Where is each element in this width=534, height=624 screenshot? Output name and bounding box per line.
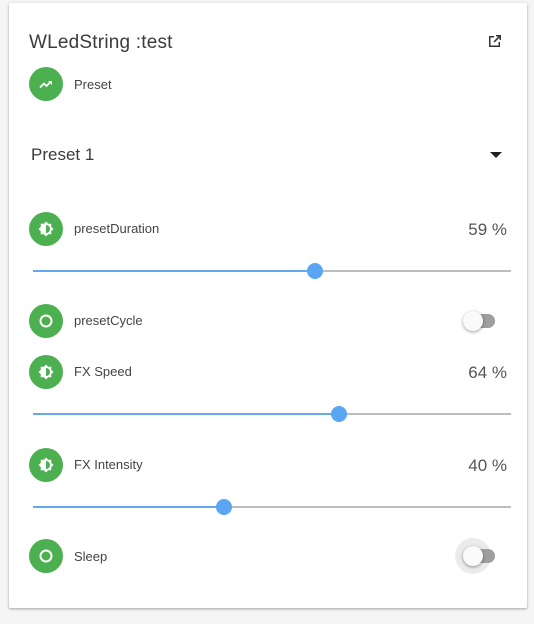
- brightness-icon: [29, 212, 63, 246]
- preset-label: Preset: [74, 77, 112, 92]
- preset-select-value: Preset 1: [31, 145, 95, 164]
- slider-thumb[interactable]: [216, 499, 233, 515]
- card-title: WLedString :test: [29, 32, 173, 53]
- sleep-toggle[interactable]: [455, 538, 499, 574]
- preset-select[interactable]: Preset 1: [29, 135, 507, 175]
- fx-speed-value: 64 %: [468, 363, 507, 382]
- slider-fill: [33, 506, 225, 508]
- open-in-new-icon[interactable]: [487, 33, 503, 49]
- brightness-icon: [29, 448, 63, 482]
- preset-duration-value: 59 %: [468, 220, 507, 239]
- fx-speed-label: FX Speed: [74, 364, 132, 379]
- slider-thumb[interactable]: [330, 406, 347, 422]
- slider-thumb[interactable]: [307, 263, 324, 279]
- fx-speed-slider[interactable]: [33, 406, 511, 422]
- circle-outline-icon: [29, 539, 63, 573]
- preset-duration-slider[interactable]: [33, 263, 511, 279]
- fx-intensity-slider[interactable]: [33, 499, 511, 515]
- slider-fill: [33, 413, 339, 415]
- fx-intensity-value: 40 %: [468, 456, 507, 475]
- slider-fill: [33, 270, 316, 272]
- preset-duration-label: presetDuration: [74, 221, 160, 236]
- preset-cycle-toggle[interactable]: [463, 311, 499, 331]
- chevron-down-icon: [490, 152, 502, 158]
- toggle-knob: [463, 546, 483, 566]
- preset-cycle-label: presetCycle: [74, 313, 143, 328]
- circle-outline-icon: [29, 304, 63, 338]
- trending-up-icon: [29, 67, 63, 101]
- fx-intensity-label: FX Intensity: [74, 457, 143, 472]
- brightness-icon: [29, 355, 63, 389]
- widget-card: WLedString :test Preset Preset 1 presetD…: [9, 3, 527, 608]
- sleep-label: Sleep: [74, 549, 108, 564]
- toggle-knob: [463, 311, 483, 331]
